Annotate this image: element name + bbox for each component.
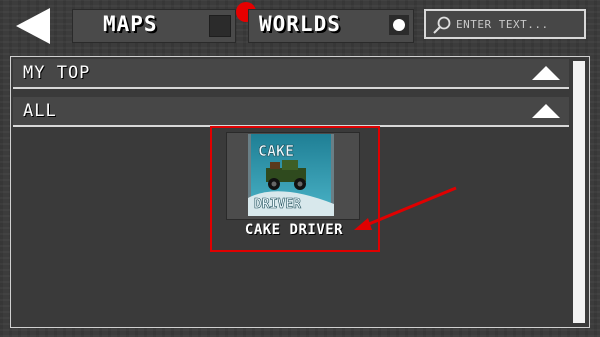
section-all-label: ALL — [23, 101, 57, 121]
worlds-radio[interactable] — [389, 15, 409, 35]
search-input[interactable] — [456, 15, 580, 33]
tab-maps-label: MAPS — [103, 12, 158, 36]
scrollbar[interactable] — [573, 61, 585, 323]
back-arrow-icon[interactable] — [14, 6, 54, 46]
maps-checkbox[interactable] — [209, 15, 231, 37]
map-thumbnail[interactable]: CAKE DRIVER — [248, 134, 334, 216]
section-all[interactable]: ALL — [13, 97, 569, 127]
section-my-top-label: MY TOP — [23, 63, 91, 83]
tab-worlds-label: WORLDS — [259, 12, 341, 36]
collapse-up-icon[interactable] — [531, 103, 561, 119]
thumb-title-line1: CAKE — [258, 142, 294, 160]
tab-worlds[interactable]: WORLDS — [248, 9, 414, 43]
collapse-up-icon[interactable] — [531, 65, 561, 81]
annotation-arrow-icon — [354, 186, 457, 230]
search-icon — [433, 16, 451, 34]
search-box[interactable] — [424, 9, 586, 39]
thumb-title-line2: DRIVER — [254, 197, 301, 212]
tab-maps[interactable]: MAPS — [72, 9, 236, 43]
section-my-top[interactable]: MY TOP — [13, 59, 569, 89]
